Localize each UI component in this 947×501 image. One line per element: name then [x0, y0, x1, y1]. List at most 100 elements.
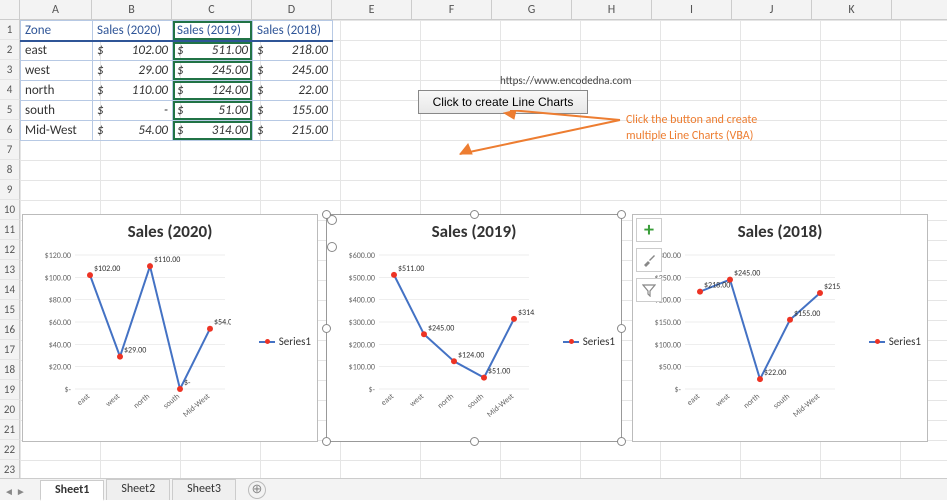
col-head-H[interactable]: H	[572, 0, 652, 19]
svg-text:$314.00: $314.00	[518, 308, 535, 318]
svg-text:$-: $-	[368, 385, 375, 395]
sheet-tab-sheet2[interactable]: Sheet2	[106, 479, 170, 500]
tab-nav[interactable]: ◄ ►	[4, 485, 26, 498]
col-head-I[interactable]: I	[652, 0, 732, 19]
row-head-18[interactable]: 18	[0, 360, 20, 380]
cell-value[interactable]: $314.00	[173, 121, 253, 141]
svg-text:$54.00: $54.00	[214, 318, 231, 328]
cell-value[interactable]: $511.00	[173, 41, 253, 61]
svg-text:$400.00: $400.00	[349, 296, 375, 306]
row-head-1[interactable]: 1	[0, 20, 20, 40]
chart-tools: +	[636, 218, 666, 302]
row-head-16[interactable]: 16	[0, 320, 20, 340]
cell-zone[interactable]: Mid-West	[21, 121, 93, 141]
cell-value[interactable]: $-	[93, 101, 173, 121]
row-head-14[interactable]: 14	[0, 280, 20, 300]
select-all-corner[interactable]	[0, 0, 20, 19]
col-head-E[interactable]: E	[332, 0, 412, 19]
svg-text:$100.00: $100.00	[45, 273, 71, 283]
legend-marker-icon	[869, 341, 885, 343]
cell-value[interactable]: $29.00	[93, 61, 173, 81]
caption-line2: multiple Line Charts (VBA)	[626, 129, 753, 143]
svg-text:$-: $-	[64, 385, 71, 395]
chart-2020[interactable]: Sales (2020) $-$20.00$40.00$60.00$80.00$…	[22, 214, 318, 442]
col-head-C[interactable]: C	[172, 0, 252, 19]
col-head-A[interactable]: A	[20, 0, 92, 19]
resize-handle[interactable]	[470, 210, 479, 219]
svg-text:west: west	[408, 391, 426, 409]
cell-value[interactable]: $22.00	[253, 81, 333, 101]
row-head-22[interactable]: 22	[0, 440, 20, 460]
cell-value[interactable]: $215.00	[253, 121, 333, 141]
svg-text:$110.00: $110.00	[154, 255, 180, 265]
legend-label: Series1	[889, 335, 921, 348]
data-table[interactable]: Zone Sales (2020) Sales (2019) Sales (20…	[20, 20, 333, 141]
cell-value[interactable]: $155.00	[253, 101, 333, 121]
chart-element-plus-icon[interactable]: +	[636, 218, 662, 242]
row-head-21[interactable]: 21	[0, 420, 20, 440]
cell-value[interactable]: $51.00	[173, 101, 253, 121]
resize-handle[interactable]	[470, 437, 479, 446]
sheet-tab-sheet1[interactable]: Sheet1	[40, 480, 104, 501]
sheet-tab-sheet3[interactable]: Sheet3	[172, 479, 236, 500]
chart-filter-funnel-icon[interactable]	[636, 278, 662, 302]
row-head-11[interactable]: 11	[0, 220, 20, 240]
chart-style-brush-icon[interactable]	[636, 248, 662, 272]
cell-zone[interactable]: north	[21, 81, 93, 101]
row-head-20[interactable]: 20	[0, 400, 20, 420]
cell-value[interactable]: $218.00	[253, 41, 333, 61]
resize-handle[interactable]	[322, 324, 331, 333]
row-head-3[interactable]: 3	[0, 60, 20, 80]
cell-value[interactable]: $110.00	[93, 81, 173, 101]
cell-value[interactable]: $124.00	[173, 81, 253, 101]
resize-handle[interactable]	[617, 324, 626, 333]
row-head-13[interactable]: 13	[0, 260, 20, 280]
svg-text:$29.00: $29.00	[124, 346, 146, 356]
cell-value[interactable]: $102.00	[93, 41, 173, 61]
cell-value[interactable]: $245.00	[253, 61, 333, 81]
row-head-17[interactable]: 17	[0, 340, 20, 360]
chart-2019[interactable]: Sales (2019) $-$100.00$200.00$300.00$400…	[326, 214, 622, 442]
col-head-B[interactable]: B	[92, 0, 172, 19]
svg-text:$600.00: $600.00	[349, 251, 375, 261]
row-head-9[interactable]: 9	[0, 180, 20, 200]
row-head-10[interactable]: 10	[0, 200, 20, 220]
cell-zone[interactable]: south	[21, 101, 93, 121]
chart-plot-2019: $-$100.00$200.00$300.00$400.00$500.00$60…	[335, 249, 535, 429]
header-2019[interactable]: Sales (2019)	[173, 21, 253, 41]
add-sheet-button[interactable]: ⊕	[248, 481, 266, 499]
row-head-7[interactable]: 7	[0, 140, 20, 160]
row-head-12[interactable]: 12	[0, 240, 20, 260]
row-head-2[interactable]: 2	[0, 40, 20, 60]
chart-2018[interactable]: Sales (2018) $-$50.00$100.00$150.00$200.…	[632, 214, 928, 442]
row-head-15[interactable]: 15	[0, 300, 20, 320]
header-2018[interactable]: Sales (2018)	[253, 21, 333, 41]
resize-handle[interactable]	[322, 437, 331, 446]
col-head-K[interactable]: K	[812, 0, 892, 19]
col-head-J[interactable]: J	[732, 0, 812, 19]
col-head-F[interactable]: F	[412, 0, 492, 19]
col-head-D[interactable]: D	[252, 0, 332, 19]
row-head-19[interactable]: 19	[0, 380, 20, 400]
caption-line1: Click the button and create	[626, 113, 757, 127]
col-head-G[interactable]: G	[492, 0, 572, 19]
resize-handle[interactable]	[617, 210, 626, 219]
tab-nav-next-icon[interactable]: ►	[16, 485, 26, 498]
cell-zone[interactable]: west	[21, 61, 93, 81]
header-zone[interactable]: Zone	[21, 21, 93, 41]
cell-zone[interactable]: east	[21, 41, 93, 61]
tab-nav-prev-icon[interactable]: ◄	[4, 485, 14, 498]
row-head-8[interactable]: 8	[0, 160, 20, 180]
resize-handle[interactable]	[617, 437, 626, 446]
row-head-6[interactable]: 6	[0, 120, 20, 140]
row-head-4[interactable]: 4	[0, 80, 20, 100]
cell-value[interactable]: $245.00	[173, 61, 253, 81]
svg-text:west: west	[104, 391, 122, 409]
resize-handle[interactable]	[322, 210, 331, 219]
row-head-5[interactable]: 5	[0, 100, 20, 120]
cell-value[interactable]: $54.00	[93, 121, 173, 141]
svg-text:north: north	[436, 392, 456, 411]
svg-text:$245.00: $245.00	[428, 323, 454, 333]
header-2020[interactable]: Sales (2020)	[93, 21, 173, 41]
row-head-23[interactable]: 23	[0, 460, 20, 480]
